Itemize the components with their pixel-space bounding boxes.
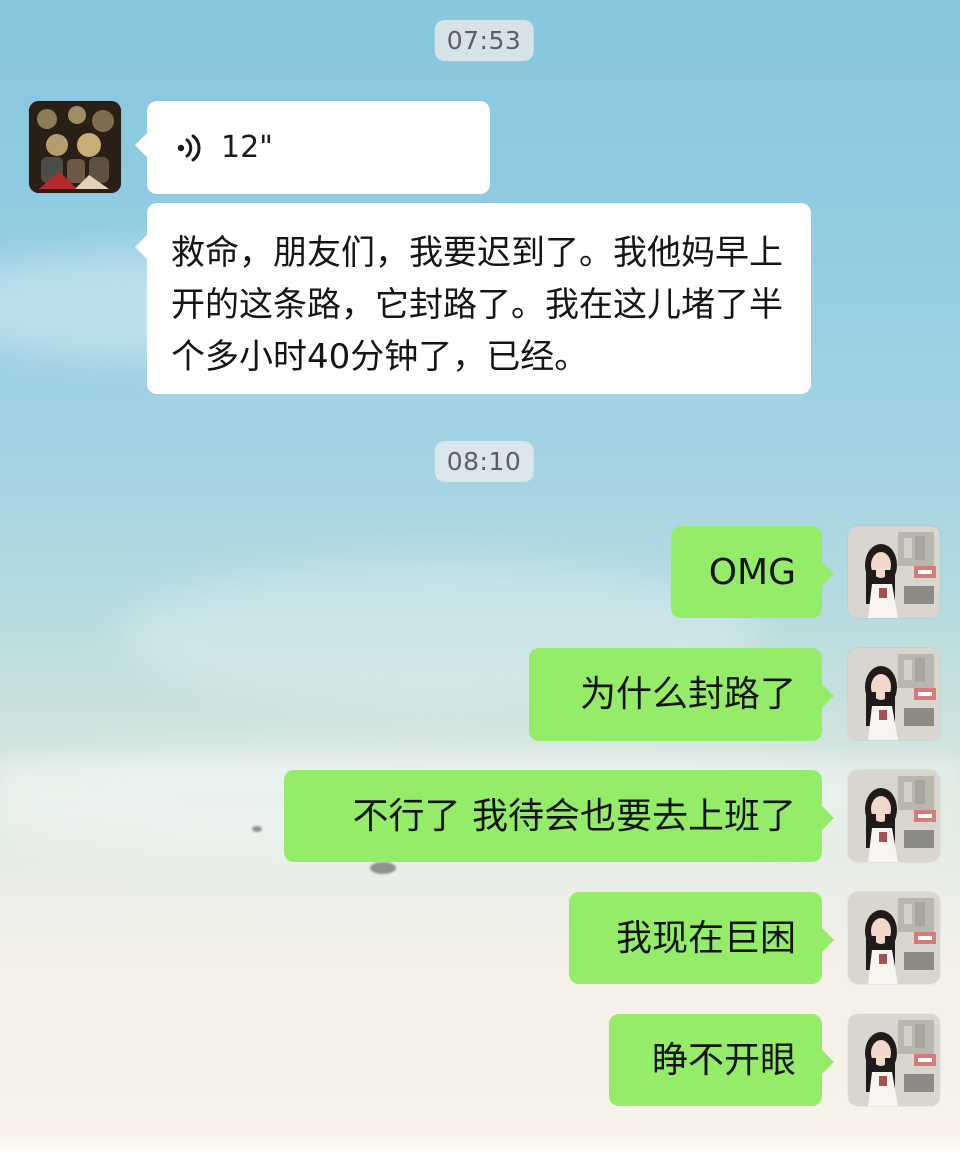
incoming-text-bubble[interactable]: 救命，朋友们，我要迟到了。我他妈早上开的这条路，它封路了。我在这儿堵了半个多小时… [135,203,811,394]
background-detail [370,862,396,874]
profile-avatar-icon [848,892,940,984]
voice-message-bubble[interactable]: 12" [135,101,490,194]
incoming-avatar[interactable] [29,101,121,193]
outgoing-avatar[interactable] [848,526,940,618]
voice-icon [177,134,201,161]
outgoing-avatar[interactable] [848,1014,940,1106]
bottom-fade [0,1134,960,1152]
timestamp-divider: 08:10 [434,441,534,482]
timestamp-divider: 07:53 [434,20,534,61]
outgoing-message-bubble[interactable]: 为什么封路了 [529,648,834,741]
profile-avatar-icon [848,526,940,618]
background-detail [252,826,262,832]
outgoing-avatar[interactable] [848,892,940,984]
outgoing-avatar[interactable] [848,648,940,740]
voice-duration: 12" [221,129,273,165]
outgoing-message-text: 为什么封路了 [579,674,796,715]
outgoing-message-bubble[interactable]: 睁不开眼 [609,1014,834,1106]
outgoing-message-bubble[interactable]: 我现在巨困 [569,892,834,984]
profile-avatar-icon [848,648,940,740]
poster-avatar-icon [29,101,121,193]
profile-avatar-icon [848,770,940,862]
profile-avatar-icon [848,1014,940,1106]
outgoing-message-text: 睁不开眼 [651,1040,796,1081]
outgoing-message-text: OMG [708,552,796,593]
outgoing-message-text: 不行了 我待会也要去上班了 [352,796,796,837]
outgoing-avatar[interactable] [848,770,940,862]
incoming-text-message: 救命，朋友们，我要迟到了。我他妈早上开的这条路，它封路了。我在这儿堵了半个多小时… [171,233,783,377]
outgoing-message-text: 我现在巨困 [615,918,796,959]
outgoing-message-bubble[interactable]: 不行了 我待会也要去上班了 [284,770,834,862]
outgoing-message-bubble[interactable]: OMG [671,526,834,618]
